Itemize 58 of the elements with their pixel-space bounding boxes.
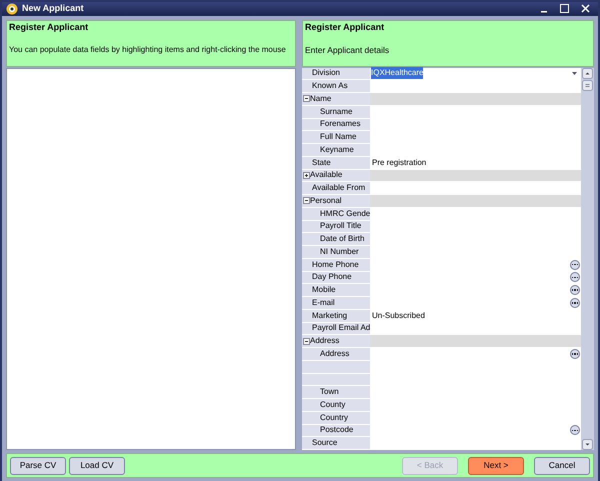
header-title: Register Applicant (305, 20, 386, 34)
ellipsis-button[interactable] (570, 425, 580, 436)
expand-icon[interactable] (303, 172, 310, 179)
field-label: Keyname (319, 144, 354, 156)
field-label: Forenames (319, 118, 360, 130)
ellipsis-button[interactable] (570, 285, 580, 296)
group-label: Address (310, 335, 340, 348)
header-text: Enter Applicant details (305, 44, 390, 57)
field-label: Payroll Title (319, 220, 362, 232)
field-label: Marketing (311, 310, 348, 322)
field-label: Known As (311, 80, 348, 92)
field-label: Mobile (311, 284, 336, 296)
ellipsis-button[interactable] (570, 298, 580, 308)
field-label: Date of Birth (319, 233, 364, 246)
field-value: Pre registration (372, 156, 426, 169)
division-dropdown[interactable]: IQXHealthcare (370, 68, 581, 80)
window-title: New Applicant (22, 2, 85, 15)
field-label: Town (319, 386, 339, 398)
field-label: Day Phone (311, 271, 352, 284)
scrollbar[interactable] (581, 68, 594, 450)
field-label: Address (319, 348, 350, 360)
field-label: Available From (311, 182, 366, 194)
scroll-up-icon[interactable] (582, 68, 593, 78)
field-label: State (311, 156, 331, 169)
field-label: County (319, 398, 346, 411)
button[interactable]: Load CV (69, 456, 125, 474)
app-logo-icon (6, 2, 18, 15)
field-value: Un-Subscribed (372, 310, 425, 322)
ellipsis-button[interactable] (570, 272, 580, 282)
ellipsis-button[interactable] (570, 260, 580, 270)
field-label: Source (311, 437, 338, 450)
header-text: You can populate data fields by highlighting items and right-clicking the mouse (9, 44, 287, 56)
field-label: Postcode (319, 424, 354, 436)
group-label: Name (310, 92, 332, 105)
field-label: Payroll Email Ad (311, 322, 370, 334)
field-label: Home Phone (311, 258, 359, 271)
field-label: Surname (319, 106, 352, 118)
field-label: HMRC Gende (319, 208, 370, 220)
close-icon[interactable] (581, 4, 590, 14)
field-label: Country (319, 412, 348, 424)
scroll-thumb-icon[interactable] (582, 80, 593, 90)
collapse-icon[interactable] (303, 95, 310, 102)
maximize-icon[interactable] (560, 4, 569, 14)
scroll-down-icon[interactable] (582, 439, 593, 450)
collapse-icon[interactable] (303, 197, 310, 204)
button[interactable]: Parse CV (10, 456, 66, 474)
group-label: Available (310, 169, 342, 182)
field-label: NI Number (319, 246, 359, 258)
header-title: Register Applicant (9, 20, 90, 34)
group-label: Personal (310, 194, 342, 207)
field-label: E-mail (311, 296, 335, 309)
ellipsis-button[interactable] (570, 348, 580, 359)
button[interactable]: Next > (468, 456, 524, 474)
collapse-icon[interactable] (303, 338, 310, 345)
field-label: Full Name (319, 131, 356, 144)
dropdown-caret-icon[interactable] (571, 70, 578, 76)
button[interactable]: Cancel (534, 456, 590, 474)
field-label: Division (311, 67, 340, 80)
